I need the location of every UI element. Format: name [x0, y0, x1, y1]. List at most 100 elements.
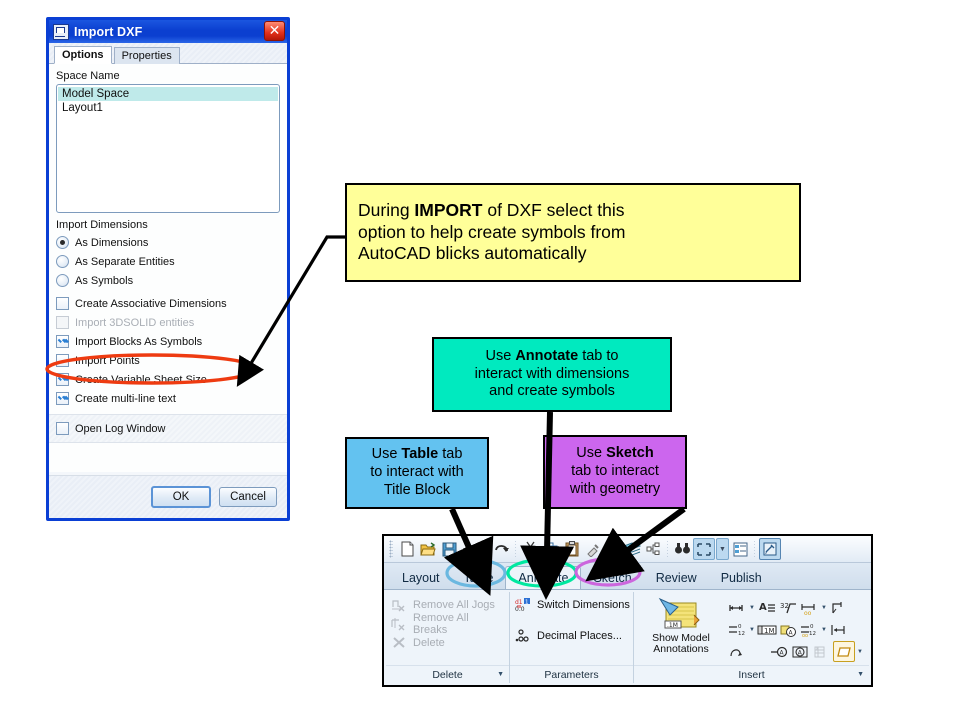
layers-icon[interactable]	[622, 539, 642, 559]
datum-target-icon[interactable]	[829, 620, 849, 639]
block-icon[interactable]	[833, 641, 855, 662]
checkbox-create-multi-line-text[interactable]: Create multi-line text	[56, 389, 280, 408]
note-icon[interactable]: A	[757, 598, 777, 617]
command-label: Remove All Jogs	[413, 598, 495, 611]
balloon-icon[interactable]: 1M	[757, 620, 777, 639]
panel-insert-body: .1M Show Model Annotations ▼ A 32 oo ▼ 0…	[634, 592, 869, 665]
format-painter-icon[interactable]	[583, 539, 603, 559]
select-dropdown-icon[interactable]: ▼	[716, 538, 729, 560]
weld-symbol-icon[interactable]: A	[770, 642, 790, 661]
import-dxf-dialog: Import DXF ✕ Options Properties Space Na…	[46, 17, 290, 521]
panel-insert: .1M Show Model Annotations ▼ A 32 oo ▼ 0…	[634, 592, 869, 683]
callout-line: Use Sketch	[576, 445, 654, 462]
toolbar-gripper[interactable]	[389, 540, 393, 558]
options-icon[interactable]	[759, 538, 781, 560]
ribbon-tab-publish[interactable]: Publish	[709, 567, 774, 590]
command-switch-dimensions[interactable]: d1 1 0.0 Switch Dimensions	[515, 595, 630, 614]
callout-annotate-tab: Use Annotate tab to interact with dimens…	[432, 337, 672, 412]
checkbox-label: Import 3DSOLID entities	[75, 316, 195, 329]
import-dxf-icon	[53, 23, 69, 40]
ok-button[interactable]: OK	[151, 486, 211, 508]
list-item[interactable]: Layout1	[58, 101, 278, 115]
radio-label: As Dimensions	[75, 236, 149, 249]
chevron-down-icon[interactable]: ▼	[748, 598, 756, 617]
ribbon-tab-layout[interactable]: Layout	[390, 567, 452, 590]
svg-text:oo: oo	[804, 610, 812, 615]
ribbon-tab-annotate[interactable]: Annotate	[505, 566, 582, 591]
auto-balloon-icon[interactable]: A	[778, 620, 798, 639]
surface-finish-icon[interactable]: 32	[778, 598, 798, 617]
smart-dimension-icon[interactable]	[727, 598, 747, 617]
callout-line: Title Block	[383, 481, 451, 498]
chevron-down-icon[interactable]: ▼	[748, 620, 756, 639]
command-delete: Delete	[391, 633, 504, 652]
command-decimal-places[interactable]: Decimal Places...	[515, 626, 628, 645]
ribbon-tab-table[interactable]: Table	[452, 567, 506, 590]
callout-import-note: During IMPORT of DXF select this option …	[345, 183, 801, 282]
find-icon[interactable]	[672, 539, 692, 559]
undo-dropdown-icon[interactable]: ▼	[481, 539, 490, 559]
close-icon[interactable]: ✕	[264, 21, 285, 41]
tab-options[interactable]: Options	[54, 46, 112, 64]
radio-label: As Symbols	[75, 274, 134, 287]
radio-as-symbols[interactable]: As Symbols	[56, 271, 280, 290]
ribbon-tab-review[interactable]: Review	[644, 567, 709, 590]
space-name-listbox[interactable]: Model Space Layout1	[56, 84, 280, 213]
ribbon-tab-strip: Layout Table Annotate Sketch Review Publ…	[384, 563, 871, 591]
chevron-down-icon[interactable]: ▼	[857, 671, 864, 678]
baseline-dimension-icon[interactable]: 0 12	[727, 620, 747, 639]
ordinate-dimension-icon[interactable]: 0 12 oo	[799, 620, 819, 639]
cancel-button[interactable]: Cancel	[219, 487, 277, 507]
ribbon-tab-sketch[interactable]: Sketch	[581, 567, 643, 590]
chevron-down-icon[interactable]: ▼	[820, 598, 828, 617]
checkbox-create-variable-sheet-size[interactable]: Create Variable Sheet Size	[56, 370, 280, 389]
button-show-model-annotations[interactable]: .1M Show Model Annotations	[639, 595, 723, 662]
select-box-icon[interactable]	[693, 538, 715, 560]
save-icon[interactable]	[439, 539, 459, 559]
command-label: Switch Dimensions	[537, 598, 630, 611]
radio-icon	[56, 236, 69, 249]
list-item[interactable]: Model Space	[58, 87, 278, 101]
auto-dimension-icon[interactable]: oo	[799, 598, 819, 617]
command-label: Remove All Breaks	[413, 611, 469, 636]
checkbox-open-log-window[interactable]: Open Log Window	[56, 419, 280, 438]
callout-table-tab: Use Table tab to interact with Title Blo…	[345, 437, 489, 509]
svg-text:32: 32	[780, 602, 789, 610]
paste-dropdown-icon[interactable]: ▼	[604, 539, 613, 559]
open-folder-icon[interactable]	[418, 539, 438, 559]
cut-icon[interactable]	[520, 539, 540, 559]
callout-line: and create symbols	[489, 383, 615, 400]
checkbox-import-blocks-as-symbols[interactable]: Import Blocks As Symbols	[56, 332, 280, 351]
callout-line: During IMPORT of DXF select this	[358, 200, 625, 221]
chevron-down-icon[interactable]: ▼	[497, 671, 504, 678]
import-dimensions-group: Import Dimensions As Dimensions As Separ…	[56, 219, 280, 408]
checkbox-label: Import Points	[75, 354, 140, 367]
new-document-icon[interactable]	[397, 539, 417, 559]
radio-as-dimensions[interactable]: As Dimensions	[56, 233, 280, 252]
insert-icon-grid: ▼ A 32 oo ▼ 0 12 ▼ 1M A 0 12 oo ▼ A A x …	[727, 595, 864, 662]
checkbox-label: Create Variable Sheet Size	[75, 373, 207, 386]
panel-delete-body: Remove All Jogs Remove All Breaks Delete	[386, 592, 509, 665]
hole-callout-icon[interactable]: x	[812, 642, 832, 661]
geometric-tolerance-icon[interactable]: A	[791, 642, 811, 661]
properties-icon[interactable]	[730, 539, 750, 559]
radio-icon	[56, 255, 69, 268]
revision-cloud-icon[interactable]	[727, 642, 747, 661]
chevron-down-icon[interactable]: ▼	[820, 620, 828, 639]
checkbox-create-associative-dimensions[interactable]: Create Associative Dimensions	[56, 294, 280, 313]
chevron-down-icon[interactable]: ▼	[856, 642, 864, 661]
tab-properties[interactable]: Properties	[113, 47, 180, 64]
panel-title-label: Delete	[432, 668, 463, 681]
checkbox-icon	[56, 422, 69, 435]
datum-feature-icon[interactable]	[829, 598, 849, 617]
undo-icon[interactable]	[460, 539, 480, 559]
paste-icon[interactable]	[562, 539, 582, 559]
checkbox-import-points[interactable]: Import Points	[56, 351, 280, 370]
copy-icon[interactable]	[541, 539, 561, 559]
redo-icon[interactable]	[491, 539, 511, 559]
callout-line: option to help create symbols from	[358, 221, 626, 242]
checkbox-icon	[56, 373, 69, 386]
insert-icon-row: ▼ A 32 oo ▼	[727, 597, 864, 618]
radio-as-separate-entities[interactable]: As Separate Entities	[56, 252, 280, 271]
tree-icon[interactable]	[643, 539, 663, 559]
